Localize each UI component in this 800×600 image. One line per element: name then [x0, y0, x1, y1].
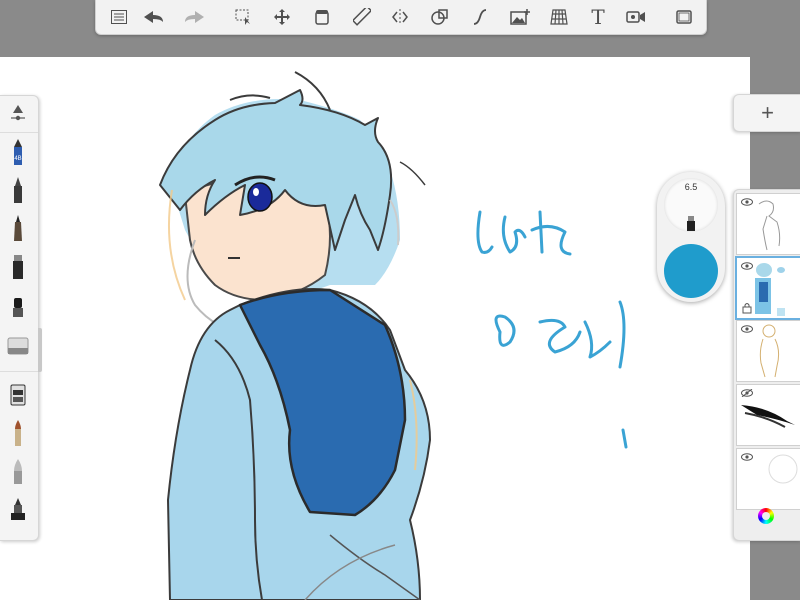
transform-move-icon[interactable] — [269, 4, 295, 30]
layer-color[interactable] — [735, 256, 800, 320]
brush-palette: 4B — [0, 95, 42, 541]
airbrush-icon[interactable] — [3, 379, 33, 411]
current-brush-icon — [687, 216, 695, 231]
handwritten-signature — [476, 210, 628, 449]
ink-pen-icon[interactable] — [3, 493, 33, 525]
paintbrush-icon[interactable] — [3, 417, 33, 449]
fullscreen-icon[interactable] — [671, 4, 697, 30]
text-tool-glyph: T — [591, 5, 605, 29]
ballpoint-pen-icon[interactable] — [3, 174, 33, 206]
pencil-4b-icon[interactable]: 4B — [3, 136, 33, 168]
hidden-eye-icon[interactable] — [741, 389, 753, 397]
add-layer-button[interactable]: + — [733, 94, 800, 132]
record-video-icon[interactable] — [623, 4, 649, 30]
chisel-marker-icon[interactable] — [3, 288, 33, 320]
text-tool-icon[interactable]: T — [585, 4, 611, 30]
eye-icon[interactable] — [741, 325, 753, 333]
drawing-canvas[interactable] — [0, 57, 750, 600]
curve-icon[interactable] — [467, 4, 493, 30]
eye-icon[interactable] — [741, 262, 753, 270]
layer-sketch[interactable] — [736, 193, 800, 255]
current-color-swatch[interactable] — [664, 244, 718, 298]
layer-brush-stroke[interactable] — [736, 384, 800, 446]
eye-icon[interactable] — [741, 453, 753, 461]
active-brush-indicator — [38, 328, 42, 372]
pencil-4b-label: 4B — [14, 156, 21, 162]
fine-pen-icon[interactable] — [3, 212, 33, 244]
brush-properties-icon[interactable] — [3, 98, 33, 130]
brush-puck[interactable]: 6.5 — [657, 172, 725, 302]
undo-icon[interactable] — [141, 4, 167, 30]
soft-brush-icon[interactable] — [3, 455, 33, 487]
layers-panel — [733, 189, 800, 541]
symmetry-icon[interactable] — [387, 4, 413, 30]
color-wheel-icon[interactable] — [758, 508, 774, 524]
eye-icon[interactable] — [741, 198, 753, 206]
eraser-icon[interactable] — [3, 330, 33, 362]
add-layer-label: + — [761, 100, 774, 125]
top-toolbar: T — [95, 0, 707, 35]
selection-icon[interactable] — [231, 4, 257, 30]
brush-size-value: 6.5 — [684, 182, 698, 192]
lock-icon[interactable] — [742, 302, 752, 314]
marker-icon[interactable] — [3, 250, 33, 282]
layer-lineart[interactable] — [736, 320, 800, 382]
shapes-icon[interactable] — [427, 4, 453, 30]
layers-list-icon[interactable] — [106, 4, 132, 30]
layer-background[interactable] — [736, 448, 800, 510]
add-image-icon[interactable] — [507, 4, 533, 30]
ruler-icon[interactable] — [349, 4, 375, 30]
fill-bucket-icon[interactable] — [309, 4, 335, 30]
redo-icon[interactable] — [181, 4, 207, 30]
perspective-grid-icon[interactable] — [546, 4, 572, 30]
